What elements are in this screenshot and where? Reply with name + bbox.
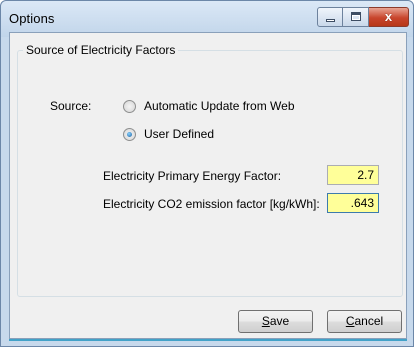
window-title: Options [9, 11, 55, 26]
close-icon: x [384, 9, 393, 24]
maximize-icon [351, 12, 361, 21]
radio-user-defined-label[interactable]: User Defined [144, 127, 214, 141]
groupbox-title: Source of Electricity Factors [23, 43, 179, 57]
radio-user-defined[interactable] [123, 128, 136, 141]
save-label-rest: ave [269, 314, 290, 328]
radio-automatic-update[interactable] [123, 100, 136, 113]
close-button[interactable]: x [369, 7, 409, 27]
primary-energy-factor-field[interactable]: 2.7 [327, 165, 379, 185]
options-window: Options x Source of Electricity Factors … [0, 0, 414, 347]
save-button[interactable]: Save [238, 310, 313, 333]
minimize-button[interactable] [317, 7, 343, 27]
radio-automatic-update-label[interactable]: Automatic Update from Web [144, 99, 295, 113]
cancel-label-rest: ancel [354, 314, 384, 328]
save-mnemonic: S [261, 314, 270, 328]
bottom-accent-line [9, 339, 407, 341]
co2-emission-factor-label: Electricity CO2 emission factor [kg/kWh]… [103, 197, 320, 211]
cancel-button[interactable]: Cancel [327, 310, 402, 333]
maximize-button[interactable] [343, 7, 369, 27]
source-label: Source: [50, 99, 92, 113]
co2-emission-factor-field[interactable]: .643 [327, 193, 379, 213]
primary-energy-factor-label: Electricity Primary Energy Factor: [103, 169, 282, 183]
minimize-icon [326, 19, 335, 22]
